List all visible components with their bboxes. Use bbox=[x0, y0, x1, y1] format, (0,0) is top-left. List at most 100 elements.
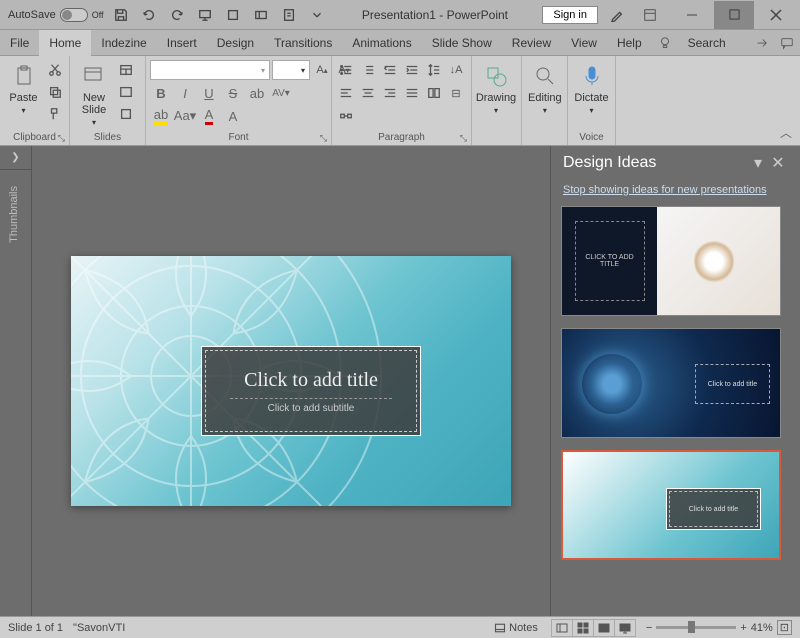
strikethrough-button[interactable]: S bbox=[222, 83, 244, 103]
qat-button-1[interactable] bbox=[222, 4, 244, 26]
minimize-button[interactable] bbox=[672, 1, 712, 29]
clear-formatting-button[interactable]: A bbox=[222, 106, 244, 126]
pane-options-icon[interactable]: ▾ bbox=[748, 153, 768, 173]
tab-insert[interactable]: Insert bbox=[157, 30, 207, 56]
window-title: Presentation1 - PowerPoint bbox=[328, 8, 543, 22]
bold-button[interactable]: B bbox=[150, 83, 172, 103]
design-idea-2[interactable]: Click to add title bbox=[561, 328, 781, 438]
drawing-button[interactable]: Drawing▾ bbox=[476, 60, 516, 117]
group-label: Paragraph bbox=[378, 132, 425, 143]
tab-animations[interactable]: Animations bbox=[342, 30, 421, 56]
change-case-button[interactable]: Aa▾ bbox=[174, 106, 196, 126]
sign-in-button[interactable]: Sign in bbox=[542, 6, 598, 24]
clipboard-icon bbox=[10, 62, 38, 90]
zoom-out-button[interactable]: − bbox=[646, 622, 652, 634]
group-label: Voice bbox=[579, 132, 603, 143]
qat-customize[interactable] bbox=[306, 4, 328, 26]
microphone-icon bbox=[578, 62, 606, 90]
zoom-in-button[interactable]: + bbox=[740, 622, 746, 634]
align-text-button[interactable]: ⊟ bbox=[446, 83, 466, 103]
smartart-button[interactable] bbox=[336, 106, 356, 126]
reset-button[interactable] bbox=[116, 82, 136, 102]
stop-showing-link[interactable]: Stop showing ideas for new presentations bbox=[551, 180, 800, 206]
numbering-button[interactable] bbox=[358, 60, 378, 80]
qat-button-3[interactable] bbox=[278, 4, 300, 26]
comments-button[interactable] bbox=[774, 30, 800, 56]
tab-review[interactable]: Review bbox=[502, 30, 561, 56]
notes-button[interactable]: Notes bbox=[490, 618, 542, 638]
spacing-button[interactable]: AV▾ bbox=[270, 83, 292, 103]
autosave-state: Off bbox=[92, 10, 104, 20]
section-button[interactable] bbox=[116, 104, 136, 124]
language-indicator[interactable]: "SavonVTI bbox=[73, 622, 125, 634]
present-from-start-button[interactable] bbox=[194, 4, 216, 26]
italic-button[interactable]: I bbox=[174, 83, 196, 103]
paste-button[interactable]: Paste ▾ bbox=[4, 60, 43, 117]
slide[interactable]: Click to add title Click to add subtitle bbox=[71, 256, 511, 506]
ribbon-options-button[interactable] bbox=[630, 1, 670, 29]
save-button[interactable] bbox=[110, 4, 132, 26]
highlight-button[interactable]: ab bbox=[150, 106, 172, 126]
align-right-button[interactable] bbox=[380, 83, 400, 103]
dialog-launcher-icon[interactable]: ⤡ bbox=[58, 133, 65, 144]
thumbnails-panel-collapsed[interactable]: ❯ Thumbnails bbox=[0, 146, 32, 616]
text-direction-button[interactable]: ↓A bbox=[446, 60, 466, 80]
cut-button[interactable] bbox=[45, 60, 65, 80]
title-placeholder[interactable]: Click to add title Click to add subtitle bbox=[201, 346, 421, 436]
font-family-select[interactable]: ▾ bbox=[150, 60, 270, 80]
dialog-launcher-icon[interactable]: ⤡ bbox=[320, 133, 327, 144]
redo-button[interactable] bbox=[166, 4, 188, 26]
tell-me-lightbulb-icon[interactable] bbox=[652, 30, 678, 56]
slide-indicator[interactable]: Slide 1 of 1 bbox=[8, 622, 63, 634]
design-idea-3[interactable]: Click to add title bbox=[561, 450, 781, 560]
shapes-icon bbox=[482, 62, 510, 90]
qat-button-2[interactable] bbox=[250, 4, 272, 26]
dialog-launcher-icon[interactable]: ⤡ bbox=[460, 133, 467, 144]
format-painter-button[interactable] bbox=[45, 104, 65, 124]
columns-button[interactable] bbox=[424, 83, 444, 103]
design-ideas-title: Design Ideas bbox=[563, 154, 656, 172]
line-spacing-button[interactable] bbox=[424, 60, 444, 80]
tab-file[interactable]: File bbox=[0, 30, 39, 56]
align-left-button[interactable] bbox=[336, 83, 356, 103]
align-center-button[interactable] bbox=[358, 83, 378, 103]
font-color-button[interactable]: A bbox=[198, 106, 220, 126]
close-pane-icon[interactable]: ✕ bbox=[768, 153, 788, 173]
tab-transitions[interactable]: Transitions bbox=[264, 30, 342, 56]
tab-help[interactable]: Help bbox=[607, 30, 652, 56]
layout-button[interactable] bbox=[116, 60, 136, 80]
tab-view[interactable]: View bbox=[561, 30, 607, 56]
tab-slideshow[interactable]: Slide Show bbox=[422, 30, 502, 56]
bullets-button[interactable] bbox=[336, 60, 356, 80]
fit-to-window-button[interactable]: ⊡ bbox=[777, 620, 792, 635]
autosave-toggle[interactable]: AutoSave Off bbox=[8, 8, 104, 22]
search-label[interactable]: Search bbox=[678, 30, 736, 56]
share-button[interactable] bbox=[748, 30, 774, 56]
increase-indent-button[interactable] bbox=[402, 60, 422, 80]
thumbnails-label: Thumbnails bbox=[8, 186, 20, 243]
dictate-button[interactable]: Dictate▾ bbox=[572, 60, 611, 117]
justify-button[interactable] bbox=[402, 83, 422, 103]
copy-button[interactable] bbox=[45, 82, 65, 102]
pen-icon[interactable] bbox=[606, 4, 628, 26]
find-icon bbox=[531, 62, 559, 90]
ribbon-tabs: File Home Indezine Insert Design Transit… bbox=[0, 30, 800, 56]
design-idea-1[interactable]: CLICK TO ADD TITLE bbox=[561, 206, 781, 316]
undo-button[interactable] bbox=[138, 4, 160, 26]
increase-font-button[interactable]: A▴ bbox=[312, 60, 332, 80]
shadow-button[interactable]: ab bbox=[246, 83, 268, 103]
underline-button[interactable]: U bbox=[198, 83, 220, 103]
close-button[interactable] bbox=[756, 1, 796, 29]
new-slide-button[interactable]: New Slide ▾ bbox=[74, 60, 114, 129]
zoom-slider[interactable] bbox=[656, 626, 736, 629]
expand-chevron-icon[interactable]: ❯ bbox=[0, 146, 31, 170]
tab-home[interactable]: Home bbox=[39, 30, 91, 56]
tab-design[interactable]: Design bbox=[207, 30, 264, 56]
tab-indezine[interactable]: Indezine bbox=[91, 30, 156, 56]
maximize-button[interactable] bbox=[714, 1, 754, 29]
decrease-indent-button[interactable] bbox=[380, 60, 400, 80]
zoom-percentage[interactable]: 41% bbox=[751, 622, 773, 634]
collapse-ribbon-icon[interactable]: ︿ bbox=[780, 124, 792, 141]
font-size-select[interactable]: ▾ bbox=[272, 60, 310, 80]
editing-button[interactable]: Editing▾ bbox=[526, 60, 564, 117]
